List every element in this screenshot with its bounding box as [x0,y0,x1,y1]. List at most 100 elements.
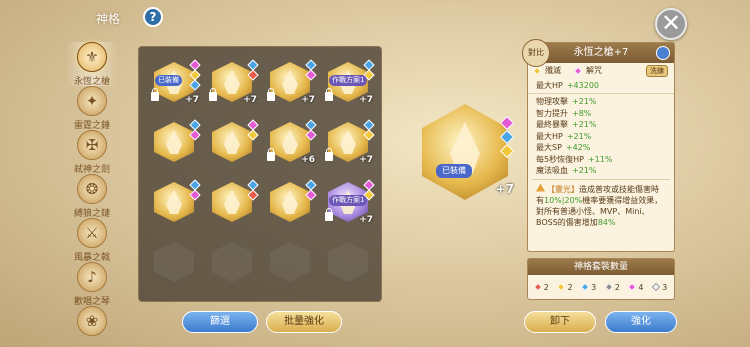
relic-icon [328,242,368,282]
main-stat-row: 最大HP +43200 [528,78,674,94]
top-bar: 神格 ? ✕ [0,0,750,40]
sidebar-item[interactable]: ⚔ 風暴之戟 [66,218,118,263]
inventory-slot[interactable] [209,179,259,225]
inventory-slot[interactable] [267,239,313,285]
inventory-slot[interactable]: +7 [325,119,375,165]
divider [532,178,670,180]
gem-icon [604,282,613,292]
sidebar-item[interactable]: ❂ 縛狼之鏈 [66,174,118,219]
enhance-button[interactable]: 強化 [605,311,677,333]
help-icon[interactable]: ? [143,7,163,27]
emblem-icon: ❀ [77,306,107,336]
relic-icon [212,242,252,282]
slot-tag: 作戰方案1 [329,195,368,206]
inventory-slot[interactable] [209,119,259,165]
batch-enhance-button[interactable]: 批量強化 [266,311,342,333]
inventory-slot[interactable]: 已裝備 +7 [151,59,201,105]
set-count-item: 3 [580,282,597,292]
chain-icon: ❂ [77,174,107,204]
skill-bonus: 84% [597,217,616,227]
lock-icon [325,88,333,101]
slot-level: +7 [359,155,373,165]
filter-button[interactable]: 篩選 [182,311,258,333]
compare-button[interactable]: 對比 [522,39,550,67]
sidebar-item[interactable]: ⚜ 永恆之槍 [66,42,118,87]
gem-icon [557,282,566,292]
detail-header: 對比 永恆之槍+7 [522,39,674,67]
lock-icon [267,88,275,101]
slot-tag: 已裝備 [155,75,182,86]
hammer-icon: ✦ [77,86,107,116]
set-count: 3 [591,282,597,292]
relic-icon [270,182,310,222]
stat-label: 魔法吸血 [536,166,568,176]
category-sidebar: ⚜ 永恆之槍 ✦ 雷霆之錘 ✠ 弒神之劍 ❂ 縛狼之鏈 ⚔ 風暴之戟 ♪ 歡唱之琴 ❀ [66,42,118,342]
stat-value: +8% [572,108,592,118]
inventory-slot[interactable] [209,239,255,285]
inventory-slot[interactable] [325,239,371,285]
set-count-panel: 神格套裝數量 2 2 3 2 4 3 [527,258,675,300]
gem-label-left: 殲滅 [545,66,561,75]
inventory-slot[interactable] [267,179,317,225]
lyre-icon: ♪ [77,262,107,292]
item-level: +7 [495,182,514,196]
stat-list: 物理攻擊 +21% 智力提升 +8% 最終暴擊 +21% 最大HP +21% 最大SP +42% 每… [528,94,674,177]
inventory-slot[interactable]: 作戰方案1 +7 [325,59,375,105]
stat-value: +21% [572,166,597,176]
halberd-icon: ⚔ [77,218,107,248]
set-count: 3 [662,282,668,292]
stat-label: 每5秒恢復HP [536,154,584,164]
spear-icon: ⚜ [77,42,107,72]
gem-icon [573,66,583,75]
sidebar-item[interactable]: ♪ 歡唱之琴 [66,262,118,307]
gem-icon [532,66,542,75]
inventory-slot[interactable]: 作戰方案1 +7 [325,179,375,225]
stat-label: 智力提升 [536,108,568,118]
stat-row: 最大SP +42% [528,142,674,154]
item-detail-panel: 對比 永恆之槍+7 殲滅 解咒 洗鍊 最大HP +43200 物理攻擊 +21% 智… [522,39,675,252]
set-count: 2 [543,282,549,292]
skill-description: 【靈光】造成普攻或技能傷害時有10%|20%機率要獲得增益效果，對所有普通小怪、… [528,182,674,230]
stat-label: 最大SP [536,143,562,153]
sidebar-item[interactable]: ❀ [66,306,118,347]
lock-icon[interactable] [656,46,670,60]
lock-icon [151,88,159,101]
inventory-grid: 已裝備 +7 +7 +7 作戰方案1 +7 +6 +7 作戰方案1 +7 [138,46,382,302]
skill-chance: 10%|20% [544,195,583,205]
slot-level: +7 [359,95,373,105]
stat-row: 物理攻擊 +21% [528,96,674,108]
warning-icon [536,183,545,192]
sidebar-item[interactable]: ✦ 雷霆之錘 [66,86,118,131]
stat-value: +21% [572,97,597,107]
inventory-slot[interactable]: +7 [267,59,317,105]
item-title: 永恆之槍+7 [573,47,629,58]
set-count: 2 [567,282,573,292]
relic-icon [154,182,194,222]
set-title: 神格套裝數量 [528,259,674,275]
slot-level: +6 [301,155,315,165]
relic-icon [212,182,252,222]
slot-level: +7 [185,95,199,105]
set-count: 2 [614,282,620,292]
set-count-item: 4 [628,283,644,292]
stat-value: +21% [566,131,592,141]
gem-icon [651,282,661,292]
set-count-item: 2 [604,282,620,292]
stat-value: +11% [587,154,613,164]
inventory-slot[interactable] [151,239,197,285]
skill-tag: 【靈光】 [547,184,579,194]
lock-icon [325,148,333,161]
refine-button[interactable]: 洗鍊 [646,64,668,77]
inventory-slot[interactable] [151,179,201,225]
stat-label: 最大HP [536,131,563,141]
unequip-button[interactable]: 卸下 [524,311,596,333]
sword-icon: ✠ [77,130,107,160]
lock-icon [267,148,275,161]
page-title: 神格 [96,12,121,26]
inventory-slot[interactable] [151,119,201,165]
inventory-slot[interactable]: +6 [267,119,317,165]
close-button[interactable]: ✕ [655,8,687,40]
stat-label: 最終暴擊 [536,120,568,130]
inventory-slot[interactable]: +7 [209,59,259,105]
sidebar-item[interactable]: ✠ 弒神之劍 [66,130,118,175]
